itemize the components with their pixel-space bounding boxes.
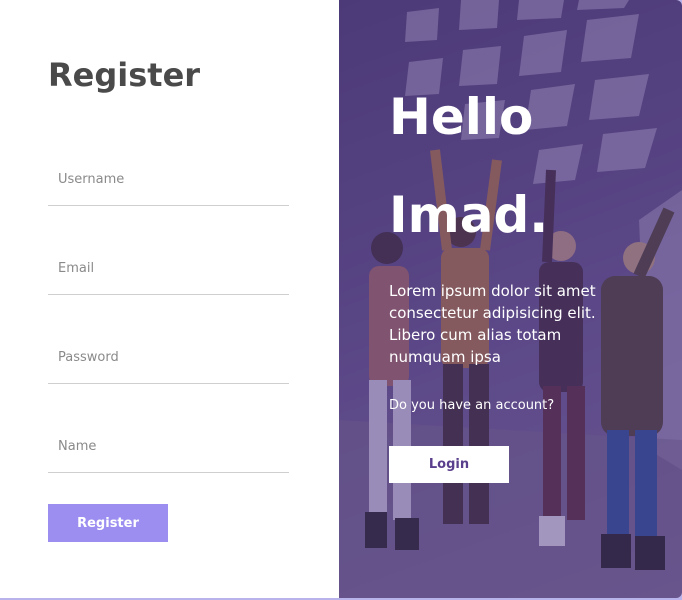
- greeting-line-2: Imad.: [389, 186, 549, 244]
- greeting-heading: Hello Imad.: [389, 68, 548, 264]
- register-panel: Register Register: [0, 0, 339, 598]
- welcome-panel: Hello Imad. Lorem ipsum dolor sit amet c…: [339, 0, 682, 598]
- login-button[interactable]: Login: [389, 446, 509, 483]
- email-field[interactable]: [48, 243, 289, 295]
- name-field[interactable]: [48, 421, 289, 473]
- account-question: Do you have an account?: [389, 398, 555, 413]
- username-field[interactable]: [48, 154, 289, 206]
- welcome-description: Lorem ipsum dolor sit amet consectetur a…: [389, 282, 596, 366]
- register-button[interactable]: Register: [48, 504, 168, 542]
- greeting-line-1: Hello: [389, 88, 534, 146]
- password-field[interactable]: [48, 332, 289, 384]
- register-card: Register Register: [0, 0, 682, 598]
- page-title: Register: [48, 56, 201, 94]
